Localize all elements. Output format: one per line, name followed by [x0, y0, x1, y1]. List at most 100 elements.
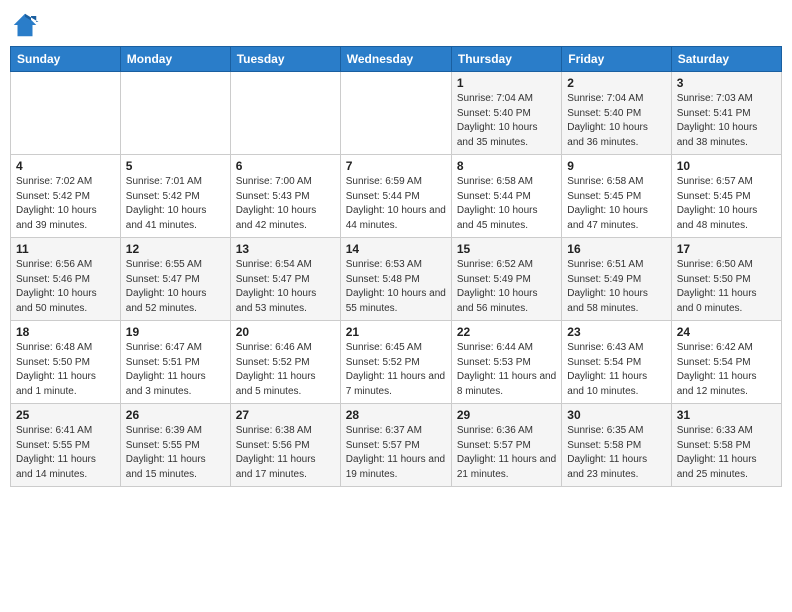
day-number: 24 — [677, 325, 776, 339]
day-info: Sunrise: 6:52 AM Sunset: 5:49 PM Dayligh… — [457, 258, 556, 316]
day-cell: 26 Sunrise: 6:39 AM Sunset: 5:55 PM Dayli… — [120, 404, 230, 487]
day-cell: 27 Sunrise: 6:38 AM Sunset: 5:56 PM Dayli… — [230, 404, 340, 487]
day-number: 30 — [567, 408, 665, 422]
day-cell: 23 Sunrise: 6:43 AM Sunset: 5:54 PM Dayli… — [562, 321, 671, 404]
day-info: Sunrise: 6:57 AM Sunset: 5:45 PM Dayligh… — [677, 175, 776, 233]
day-info: Sunrise: 7:02 AM Sunset: 5:42 PM Dayligh… — [16, 175, 115, 233]
day-info: Sunrise: 6:58 AM Sunset: 5:44 PM Dayligh… — [457, 175, 556, 233]
day-info: Sunrise: 6:58 AM Sunset: 5:45 PM Dayligh… — [567, 175, 665, 233]
header-cell-monday: Monday — [120, 47, 230, 72]
day-cell: 7 Sunrise: 6:59 AM Sunset: 5:44 PM Daylig… — [340, 155, 451, 238]
day-number: 22 — [457, 325, 556, 339]
day-info: Sunrise: 7:04 AM Sunset: 5:40 PM Dayligh… — [457, 92, 556, 150]
day-number: 8 — [457, 159, 556, 173]
day-number: 15 — [457, 242, 556, 256]
week-row-5: 25 Sunrise: 6:41 AM Sunset: 5:55 PM Dayli… — [11, 404, 782, 487]
day-info: Sunrise: 6:43 AM Sunset: 5:54 PM Dayligh… — [567, 341, 665, 399]
day-cell: 10 Sunrise: 6:57 AM Sunset: 5:45 PM Dayli… — [671, 155, 781, 238]
day-cell: 6 Sunrise: 7:00 AM Sunset: 5:43 PM Daylig… — [230, 155, 340, 238]
day-info: Sunrise: 6:51 AM Sunset: 5:49 PM Dayligh… — [567, 258, 665, 316]
day-info: Sunrise: 7:03 AM Sunset: 5:41 PM Dayligh… — [677, 92, 776, 150]
page-header — [10, 10, 782, 40]
day-number: 10 — [677, 159, 776, 173]
day-number: 23 — [567, 325, 665, 339]
day-number: 5 — [126, 159, 225, 173]
day-number: 14 — [346, 242, 446, 256]
day-cell: 18 Sunrise: 6:48 AM Sunset: 5:50 PM Dayli… — [11, 321, 121, 404]
day-cell — [11, 72, 121, 155]
day-info: Sunrise: 6:54 AM Sunset: 5:47 PM Dayligh… — [236, 258, 335, 316]
header-cell-friday: Friday — [562, 47, 671, 72]
day-cell: 16 Sunrise: 6:51 AM Sunset: 5:49 PM Dayli… — [562, 238, 671, 321]
day-number: 7 — [346, 159, 446, 173]
day-info: Sunrise: 6:50 AM Sunset: 5:50 PM Dayligh… — [677, 258, 776, 316]
day-number: 9 — [567, 159, 665, 173]
day-number: 25 — [16, 408, 115, 422]
day-cell: 20 Sunrise: 6:46 AM Sunset: 5:52 PM Dayli… — [230, 321, 340, 404]
day-cell: 1 Sunrise: 7:04 AM Sunset: 5:40 PM Daylig… — [451, 72, 561, 155]
day-cell: 12 Sunrise: 6:55 AM Sunset: 5:47 PM Dayli… — [120, 238, 230, 321]
day-info: Sunrise: 6:59 AM Sunset: 5:44 PM Dayligh… — [346, 175, 446, 233]
day-cell — [230, 72, 340, 155]
week-row-3: 11Sunrise: 6:56 AM Sunset: 5:46 PM Dayli… — [11, 238, 782, 321]
day-cell: 2 Sunrise: 7:04 AM Sunset: 5:40 PM Daylig… — [562, 72, 671, 155]
day-info: Sunrise: 7:04 AM Sunset: 5:40 PM Dayligh… — [567, 92, 665, 150]
day-info: Sunrise: 6:53 AM Sunset: 5:48 PM Dayligh… — [346, 258, 446, 316]
logo-icon — [10, 10, 40, 40]
day-cell: 13 Sunrise: 6:54 AM Sunset: 5:47 PM Dayli… — [230, 238, 340, 321]
day-cell: 30 Sunrise: 6:35 AM Sunset: 5:58 PM Dayli… — [562, 404, 671, 487]
day-cell: 19 Sunrise: 6:47 AM Sunset: 5:51 PM Dayli… — [120, 321, 230, 404]
day-info: Sunrise: 6:44 AM Sunset: 5:53 PM Dayligh… — [457, 341, 556, 399]
day-number: 26 — [126, 408, 225, 422]
header-cell-wednesday: Wednesday — [340, 47, 451, 72]
header-cell-saturday: Saturday — [671, 47, 781, 72]
day-info: Sunrise: 6:46 AM Sunset: 5:52 PM Dayligh… — [236, 341, 335, 399]
day-info: Sunrise: 6:38 AM Sunset: 5:56 PM Dayligh… — [236, 424, 335, 482]
day-number: 1 — [457, 76, 556, 90]
day-number: 16 — [567, 242, 665, 256]
day-number: 27 — [236, 408, 335, 422]
day-info: Sunrise: 6:39 AM Sunset: 5:55 PM Dayligh… — [126, 424, 225, 482]
day-info: Sunrise: 6:37 AM Sunset: 5:57 PM Dayligh… — [346, 424, 446, 482]
day-number: 13 — [236, 242, 335, 256]
day-info: Sunrise: 6:42 AM Sunset: 5:54 PM Dayligh… — [677, 341, 776, 399]
day-number: 12 — [126, 242, 225, 256]
day-info: Sunrise: 6:36 AM Sunset: 5:57 PM Dayligh… — [457, 424, 556, 482]
day-number: 29 — [457, 408, 556, 422]
day-cell: 11Sunrise: 6:56 AM Sunset: 5:46 PM Dayli… — [11, 238, 121, 321]
header-cell-thursday: Thursday — [451, 47, 561, 72]
day-info: Sunrise: 6:48 AM Sunset: 5:50 PM Dayligh… — [16, 341, 115, 399]
day-cell: 4 Sunrise: 7:02 AM Sunset: 5:42 PM Daylig… — [11, 155, 121, 238]
day-cell: 15 Sunrise: 6:52 AM Sunset: 5:49 PM Dayli… — [451, 238, 561, 321]
day-number: 31 — [677, 408, 776, 422]
day-info: Sunrise: 7:00 AM Sunset: 5:43 PM Dayligh… — [236, 175, 335, 233]
day-cell: 21Sunrise: 6:45 AM Sunset: 5:52 PM Dayli… — [340, 321, 451, 404]
day-cell — [120, 72, 230, 155]
day-number: 20 — [236, 325, 335, 339]
day-cell: 22 Sunrise: 6:44 AM Sunset: 5:53 PM Dayli… — [451, 321, 561, 404]
day-cell: 24 Sunrise: 6:42 AM Sunset: 5:54 PM Dayli… — [671, 321, 781, 404]
day-cell: 28Sunrise: 6:37 AM Sunset: 5:57 PM Dayli… — [340, 404, 451, 487]
day-number: 4 — [16, 159, 115, 173]
day-cell: 29 Sunrise: 6:36 AM Sunset: 5:57 PM Dayli… — [451, 404, 561, 487]
header-cell-sunday: Sunday — [11, 47, 121, 72]
day-cell: 5Sunrise: 7:01 AM Sunset: 5:42 PM Daylig… — [120, 155, 230, 238]
day-cell: 31 Sunrise: 6:33 AM Sunset: 5:58 PM Dayli… — [671, 404, 781, 487]
day-number: 19 — [126, 325, 225, 339]
day-number: 3 — [677, 76, 776, 90]
day-info: Sunrise: 6:45 AM Sunset: 5:52 PM Dayligh… — [346, 341, 446, 399]
day-info: Sunrise: 6:47 AM Sunset: 5:51 PM Dayligh… — [126, 341, 225, 399]
day-info: Sunrise: 6:35 AM Sunset: 5:58 PM Dayligh… — [567, 424, 665, 482]
day-number: 17 — [677, 242, 776, 256]
week-row-2: 4 Sunrise: 7:02 AM Sunset: 5:42 PM Daylig… — [11, 155, 782, 238]
day-number: 18 — [16, 325, 115, 339]
day-cell: 9 Sunrise: 6:58 AM Sunset: 5:45 PM Daylig… — [562, 155, 671, 238]
day-info: Sunrise: 6:33 AM Sunset: 5:58 PM Dayligh… — [677, 424, 776, 482]
day-number: 6 — [236, 159, 335, 173]
day-cell: 8 Sunrise: 6:58 AM Sunset: 5:44 PM Daylig… — [451, 155, 561, 238]
week-row-1: 1 Sunrise: 7:04 AM Sunset: 5:40 PM Daylig… — [11, 72, 782, 155]
day-number: 11 — [16, 242, 115, 256]
day-info: Sunrise: 6:55 AM Sunset: 5:47 PM Dayligh… — [126, 258, 225, 316]
day-info: Sunrise: 6:41 AM Sunset: 5:55 PM Dayligh… — [16, 424, 115, 482]
day-number: 2 — [567, 76, 665, 90]
